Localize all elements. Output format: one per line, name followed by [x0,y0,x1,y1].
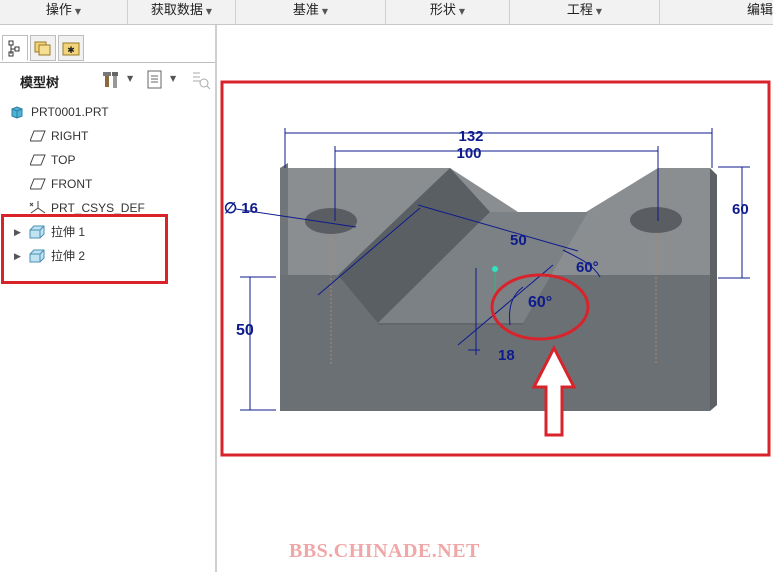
favorites-icon: ✱ [62,42,80,56]
model-viewport: 132 100 ∅ 16 60 50 60° 60° 18 50 [220,80,771,457]
settings-tools-icon[interactable] [101,69,123,91]
model-tree-header: 模型树 ▼ ▼ [0,67,215,93]
chevron-down-icon[interactable]: ▼ [127,74,133,83]
part-icon [11,106,23,119]
datum-plane-icon [30,178,46,190]
dim-hole-spacing: 100 [456,145,481,162]
3d-model [280,163,717,411]
tab-model-tree[interactable] [2,35,28,61]
dim-height-right: 60 [732,201,749,218]
watermark: BBS.CHINADE.NET [289,540,480,562]
dim-angle-a: 60° [576,259,599,276]
menu-datum[interactable]: 基准 ▼ [236,0,386,24]
menu-engineering[interactable]: 工程 ▼ [510,0,660,24]
chevron-down-icon: ▼ [205,7,213,16]
chevron-down-icon: ▼ [458,7,466,16]
tree-icon [8,40,20,57]
dim-slope-length: 50 [510,232,527,249]
menu-bar: 操作 ▼ 获取数据 ▼ 基准 ▼ 形状 ▼ 工程 ▼ 编辑 [0,0,773,25]
graphics-window[interactable]: 132 100 ∅ 16 60 50 60° 60° 18 50 [218,25,773,572]
chevron-down-icon: ▼ [595,7,603,16]
tree-highlight-box [1,214,168,284]
filter-icon[interactable] [190,69,212,91]
model-tree-title: 模型树 [20,76,60,91]
menu-datum-label: 基准 [292,3,319,18]
dim-overall-width: 132 [458,128,483,145]
menu-operations-label: 操作 [45,3,72,18]
tree-item-label: TOP [51,153,76,167]
menu-edit[interactable]: 编辑 [660,0,773,24]
dim-height-left: 50 [236,322,254,339]
chevron-down-icon: ▼ [74,7,82,16]
menu-shapes-label: 形状 [429,3,456,18]
tab-folder-browser[interactable] [30,35,56,61]
menu-get-data-label: 获取数据 [150,3,203,18]
menu-get-data[interactable]: 获取数据 ▼ [128,0,236,24]
menu-engineering-label: 工程 [566,3,593,18]
folder-icon [34,41,51,56]
dim-angle-b: 60° [528,294,552,311]
tree-item-label: FRONT [51,177,93,191]
tab-favorites[interactable]: ✱ [58,35,84,61]
datum-plane-icon [30,154,46,166]
tree-item-label: RIGHT [51,129,89,143]
svg-text:✱: ✱ [67,46,75,56]
tab-divider [0,62,215,63]
menu-operations[interactable]: 操作 ▼ [0,0,128,24]
chevron-down-icon: ▼ [321,7,329,16]
model-tree-panel: ✱ 模型树 ▼ ▼ PRT0001.PRT RIGHT TOP FRONT PR… [0,25,217,572]
menu-edit-label: 编辑 [746,3,773,18]
show-icon[interactable] [145,69,165,91]
tree-item-label: PRT0001.PRT [31,105,109,119]
chevron-down-icon[interactable]: ▼ [170,74,176,83]
dim-hole-diameter: ∅ 16 [224,200,258,217]
dim-bottom-width: 18 [498,347,515,364]
datum-plane-icon [30,130,46,142]
menu-shapes[interactable]: 形状 ▼ [386,0,510,24]
